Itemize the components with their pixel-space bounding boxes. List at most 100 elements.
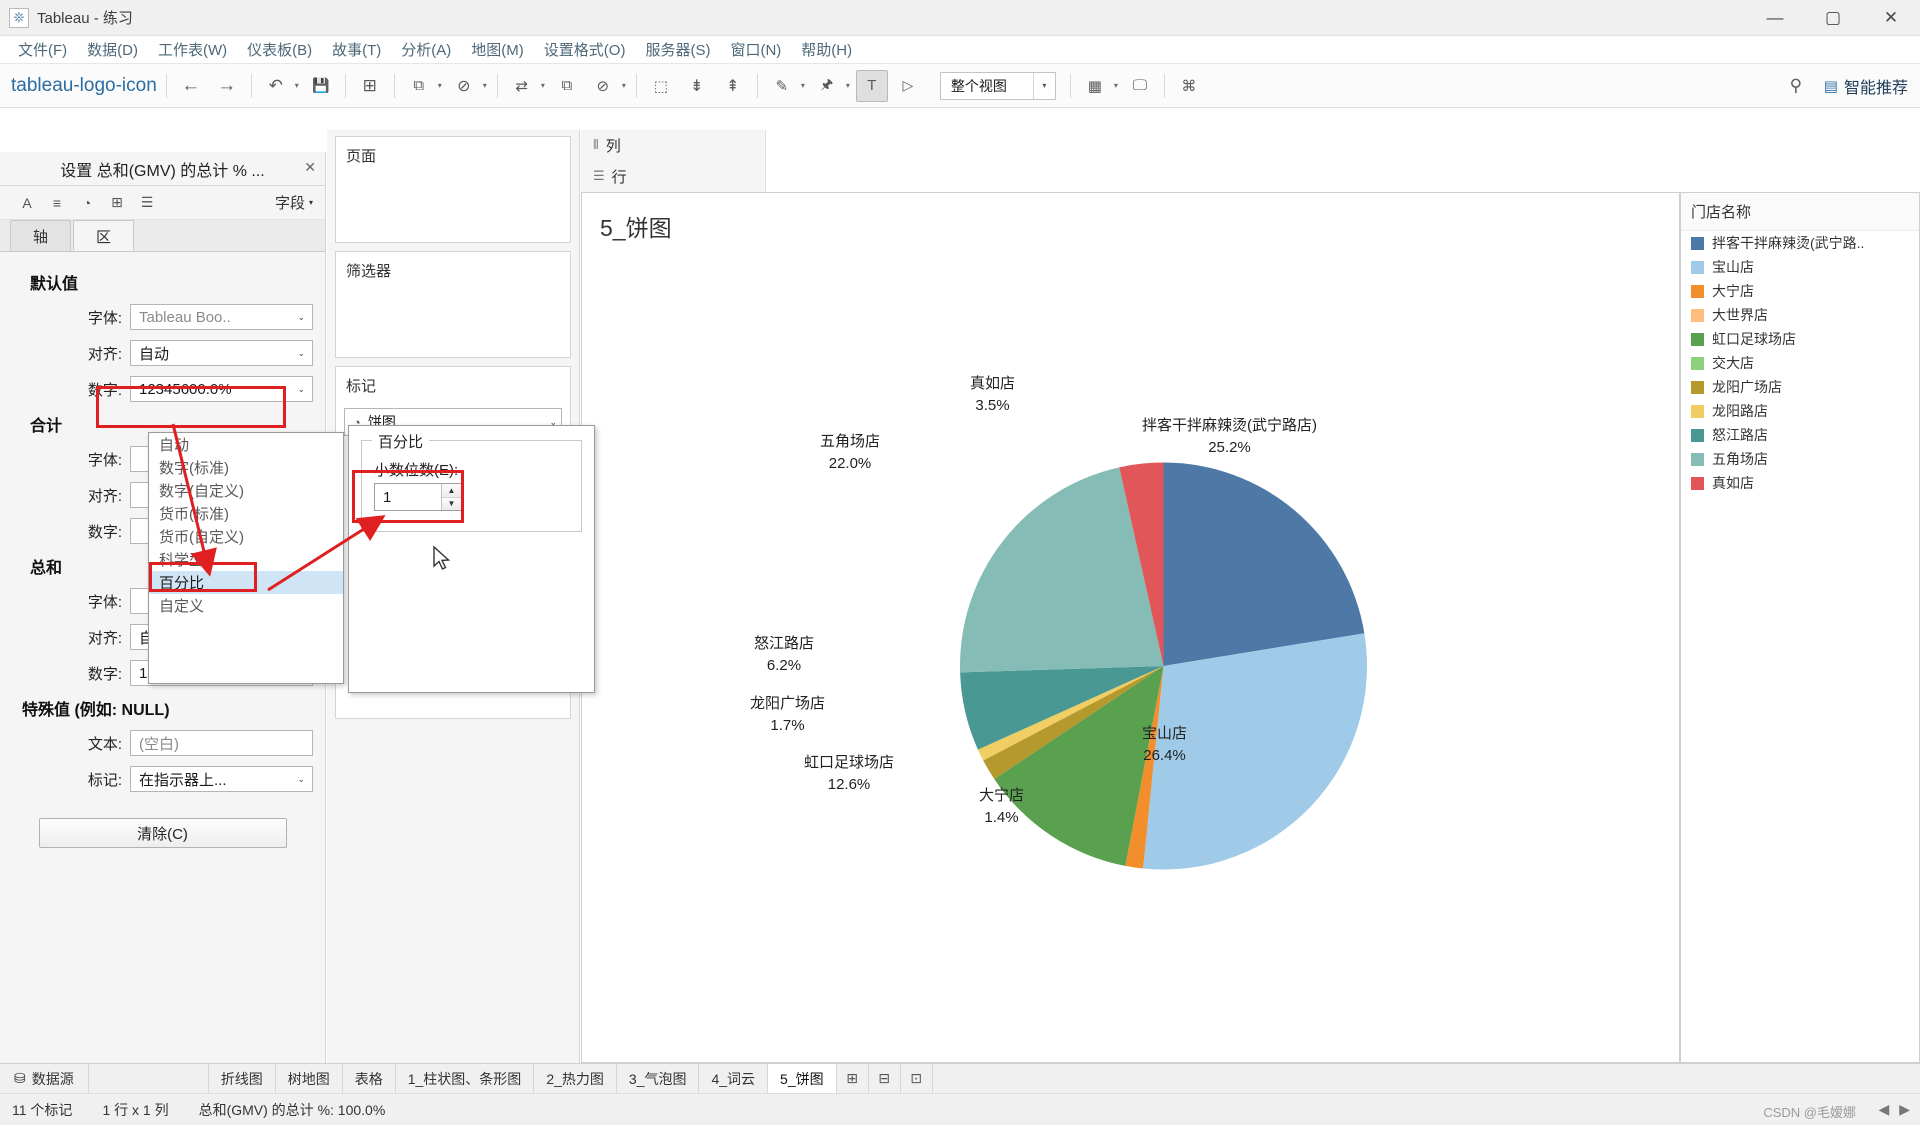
close-button[interactable]: ✕	[1862, 0, 1920, 36]
clear-sheet-icon[interactable]: ⊘	[448, 70, 480, 102]
stepper-up-icon[interactable]: ▲	[442, 484, 461, 498]
menu-analysis[interactable]: 分析(A)	[391, 36, 461, 63]
sheet-tab-heatmap[interactable]: 2_热力图	[534, 1064, 617, 1093]
maximize-button[interactable]: ▢	[1804, 0, 1862, 36]
tab-axis[interactable]: 轴	[10, 220, 72, 251]
legend-item-baoshan[interactable]: 宝山店	[1681, 255, 1919, 279]
cell-size-icon[interactable]: ▦	[1079, 70, 1111, 102]
group-members-icon[interactable]: ⧉	[551, 70, 583, 102]
new-worksheet-tab-icon[interactable]: ⊞	[837, 1064, 869, 1093]
undo-icon[interactable]: ↶	[260, 70, 292, 102]
show-me-button[interactable]: ▤ 智能推荐	[1824, 74, 1908, 98]
stepper-down-icon[interactable]: ▼	[442, 497, 461, 510]
share-icon[interactable]: ⌘	[1173, 70, 1205, 102]
number-format-dropdown-list[interactable]: 自动 数字(标准) 数字(自定义) 货币(标准) 货币(自定义) 科学型 百分比…	[148, 432, 344, 684]
filters-caret-icon[interactable]: ▾	[622, 81, 626, 90]
clear-button[interactable]: 清除(C)	[38, 818, 287, 848]
sort-descending-icon[interactable]: ⇞	[717, 70, 749, 102]
borders-icon[interactable]: ⊞	[102, 190, 132, 216]
number-format-option-number-standard[interactable]: 数字(标准)	[149, 456, 343, 479]
new-story-tab-icon[interactable]: ⊡	[901, 1064, 933, 1093]
menu-data[interactable]: 数据(D)	[77, 36, 148, 63]
cell-size-caret-icon[interactable]: ▾	[1114, 81, 1118, 90]
legend-item-zhenru[interactable]: 真如店	[1681, 471, 1919, 495]
align-icon[interactable]: ≡	[42, 190, 72, 216]
default-font-dropdown[interactable]: Tableau Boo.. ⌄	[130, 304, 313, 330]
legend-item-nujianglu[interactable]: 怒江路店	[1681, 423, 1919, 447]
highlighter-icon[interactable]: ✎	[766, 70, 798, 102]
sheet-tab-bar-chart[interactable]: 1_柱状图、条形图	[396, 1064, 535, 1093]
number-format-option-auto[interactable]: 自动	[149, 433, 343, 456]
sheet-tab-wordcloud[interactable]: 4_词云	[699, 1064, 769, 1093]
menu-dashboard[interactable]: 仪表板(B)	[237, 36, 322, 63]
status-prev-icon[interactable]: ◀	[1878, 1101, 1889, 1118]
sort-ascending-icon[interactable]: ⇟	[681, 70, 713, 102]
menu-window[interactable]: 窗口(N)	[720, 36, 791, 63]
swap-caret-icon[interactable]: ▾	[541, 81, 545, 90]
menu-server[interactable]: 服务器(S)	[635, 36, 720, 63]
device-preview-icon[interactable]: 🖵	[1124, 70, 1156, 102]
undo-caret-icon[interactable]: ▾	[295, 81, 299, 90]
number-format-option-currency-custom[interactable]: 货币(自定义)	[149, 525, 343, 548]
status-next-icon[interactable]: ▶	[1899, 1101, 1910, 1118]
fixed-axis-caret-icon[interactable]: ▾	[846, 81, 850, 90]
fit-chevron-down-icon[interactable]: ▾	[1032, 72, 1055, 99]
menu-map[interactable]: 地图(M)	[461, 36, 534, 63]
special-text-input[interactable]: (空白)	[130, 730, 313, 756]
legend-item-jiaoda[interactable]: 交大店	[1681, 351, 1919, 375]
special-marker-dropdown[interactable]: 在指示器上... ⌄	[130, 766, 313, 792]
highlighter-caret-icon[interactable]: ▾	[801, 81, 805, 90]
legend-item-banke[interactable]: 拌客干拌麻辣烫(武宁路..	[1681, 231, 1919, 255]
shading-icon[interactable]: ◔	[72, 190, 102, 216]
pie-chart-svg[interactable]	[582, 193, 1679, 1062]
sheet-tab-pie-chart[interactable]: 5_饼图	[768, 1064, 837, 1093]
swap-rows-columns-icon[interactable]: ⇄	[506, 70, 538, 102]
pie-chart[interactable]: 真如店 3.5% 拌客干拌麻辣烫(武宁路店) 25.2% 五角场店 22.0% 宝山店…	[582, 193, 1679, 1062]
pin-icon[interactable]: ⚲	[1780, 70, 1812, 102]
clear-caret-icon[interactable]: ▾	[483, 81, 487, 90]
duplicate-icon[interactable]: ⧉	[403, 70, 435, 102]
duplicate-caret-icon[interactable]: ▾	[438, 81, 442, 90]
menu-format[interactable]: 设置格式(O)	[534, 36, 636, 63]
data-source-tab[interactable]: ⛁ 数据源	[0, 1064, 89, 1093]
forward-icon[interactable]: →	[211, 70, 243, 102]
legend-item-longyanglu[interactable]: 龙阳路店	[1681, 399, 1919, 423]
rows-shelf-dropzone[interactable]	[766, 160, 1920, 192]
legend-item-hongkou[interactable]: 虹口足球场店	[1681, 327, 1919, 351]
fixed-axis-icon[interactable]: 🖈	[811, 70, 843, 102]
pages-card-dropzone[interactable]	[336, 170, 570, 242]
filters-card-dropzone[interactable]	[336, 285, 570, 357]
show-mark-labels-icon[interactable]: T	[855, 69, 888, 102]
decimal-places-value[interactable]: 1	[375, 489, 441, 506]
tab-pane[interactable]: 区	[73, 220, 135, 251]
sheet-tab-treemap[interactable]: 树地图	[276, 1064, 343, 1093]
number-format-option-currency-standard[interactable]: 货币(标准)	[149, 502, 343, 525]
legend-item-wujiaochang[interactable]: 五角场店	[1681, 447, 1919, 471]
font-icon[interactable]: A	[12, 190, 42, 216]
menu-worksheet[interactable]: 工作表(W)	[148, 36, 237, 63]
clear-filters-icon[interactable]: ⊘	[587, 70, 619, 102]
sheet-tab-bubble[interactable]: 3_气泡图	[617, 1064, 700, 1093]
viz-canvas[interactable]: 5_饼图 真如店 3.5% 拌客干拌麻辣烫(武宁路店) 25.2% 五角场店 2…	[581, 192, 1680, 1063]
back-icon[interactable]: ←	[175, 70, 207, 102]
minimize-button[interactable]: —	[1746, 0, 1804, 36]
format-pane-close-icon[interactable]: ✕	[304, 159, 316, 176]
tableau-home-icon[interactable]: tableau-logo-icon	[10, 70, 158, 102]
default-number-dropdown[interactable]: 12345600.0% ⌄	[130, 376, 313, 402]
menu-story[interactable]: 故事(T)	[322, 36, 391, 63]
fields-dropdown[interactable]: 字段 ▾	[275, 192, 313, 213]
legend-item-dashijie[interactable]: 大世界店	[1681, 303, 1919, 327]
save-icon[interactable]: 💾	[305, 70, 337, 102]
number-format-option-number-custom[interactable]: 数字(自定义)	[149, 479, 343, 502]
legend-item-longyangguangchang[interactable]: 龙阳广场店	[1681, 375, 1919, 399]
decimal-places-stepper[interactable]: 1 ▲ ▼	[374, 483, 462, 511]
menu-help[interactable]: 帮助(H)	[791, 36, 862, 63]
percentage-settings-panel[interactable]: 百分比 小数位数(E): 1 ▲ ▼	[348, 425, 595, 693]
sheet-tab-line-chart[interactable]: 折线图	[209, 1064, 276, 1093]
number-format-option-custom[interactable]: 自定义	[149, 594, 343, 617]
pie-slice-banke[interactable]	[1163, 462, 1365, 667]
legend-item-daning[interactable]: 大宁店	[1681, 279, 1919, 303]
menu-file[interactable]: 文件(F)	[8, 36, 77, 63]
new-worksheet-icon[interactable]: ⊞	[354, 70, 386, 102]
number-format-option-percentage[interactable]: 百分比	[149, 571, 343, 594]
